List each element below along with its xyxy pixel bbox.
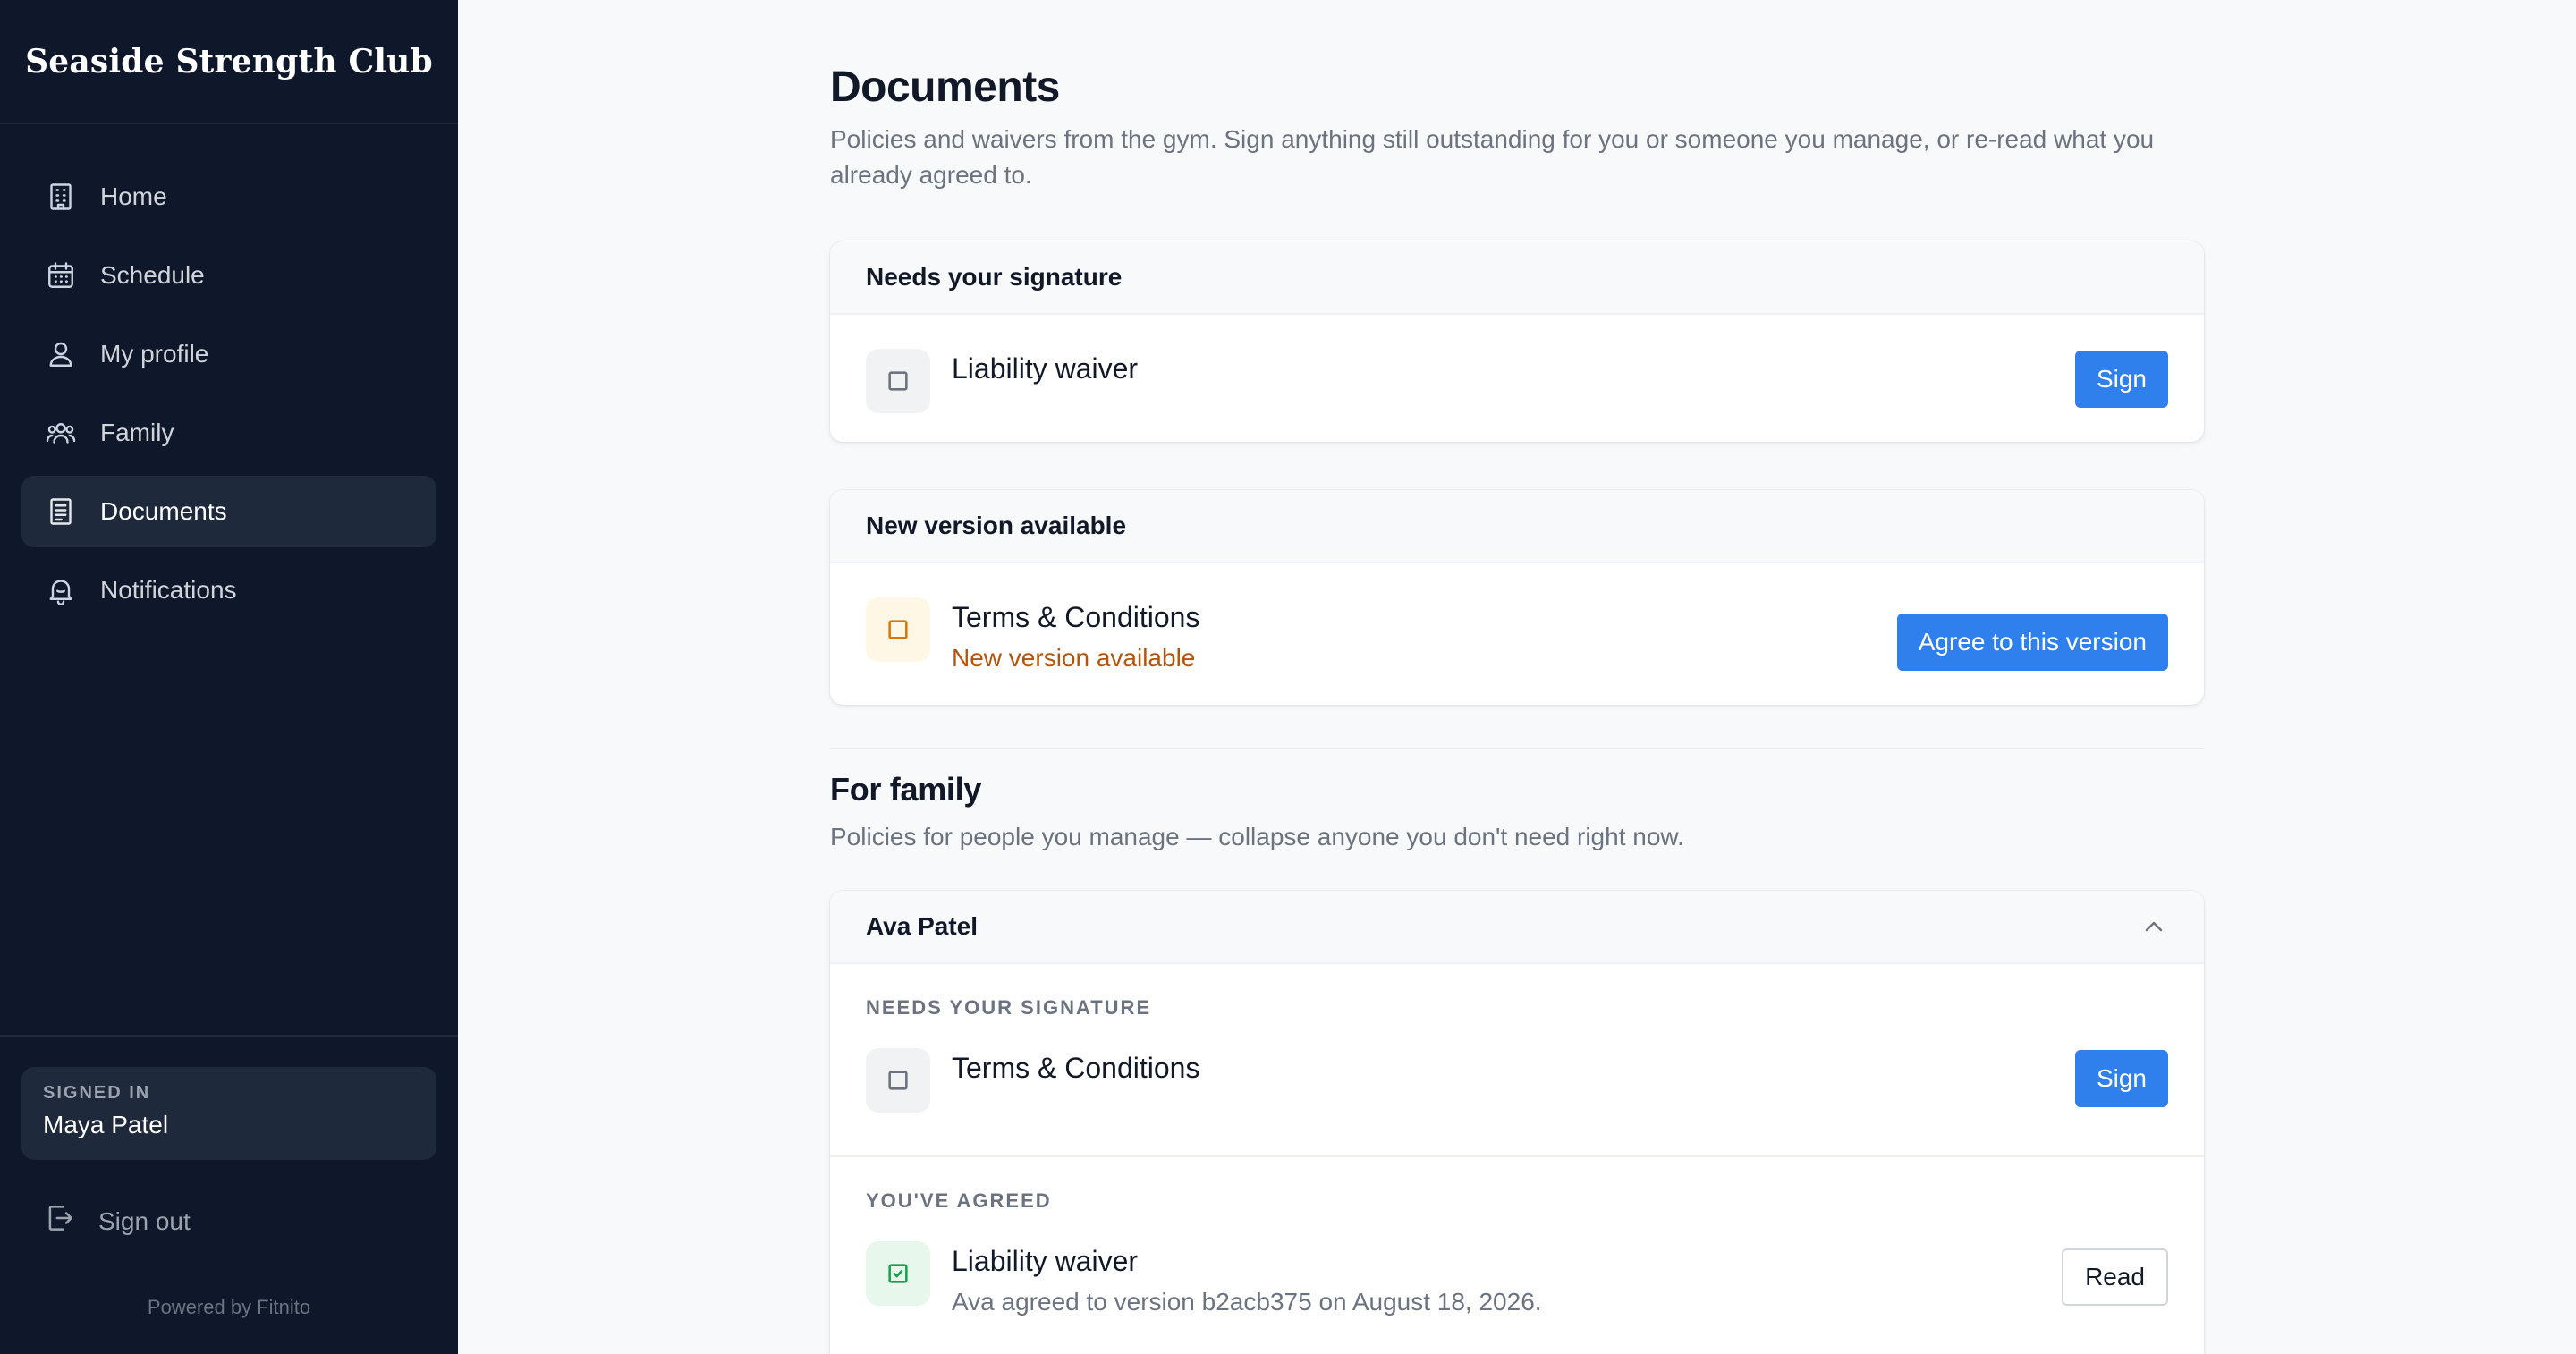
unchecked-box-icon	[866, 349, 930, 413]
sign-out-label: Sign out	[98, 1206, 191, 1235]
brand-name[interactable]: Seaside Strength Club	[0, 0, 458, 124]
sidebar-item-label: Documents	[100, 497, 227, 525]
family-member-name: Ava Patel	[866, 912, 979, 940]
document-agreement-detail: Ava agreed to version b2acb375 on August…	[952, 1288, 1542, 1316]
unchecked-box-icon	[866, 1048, 930, 1113]
sign-out-button[interactable]: Sign out	[43, 1201, 191, 1241]
needs-signature-heading: Needs your signature	[830, 241, 2204, 315]
new-version-card: New version available Terms & Conditions…	[830, 490, 2204, 705]
document-text: Liability waiver	[952, 349, 1138, 386]
needs-signature-group: NEEDS YOUR SIGNATURE Terms & Conditions …	[830, 964, 2204, 1157]
checked-box-icon	[866, 1241, 930, 1306]
new-version-heading: New version available	[830, 490, 2204, 563]
building-icon	[43, 179, 79, 215]
signed-in-card: SIGNED IN Maya Patel	[21, 1067, 436, 1160]
document-title: Terms & Conditions	[952, 1052, 1200, 1084]
group-heading: NEEDS YOUR SIGNATURE	[866, 996, 1152, 1019]
read-button[interactable]: Read	[2062, 1248, 2168, 1306]
sidebar: Seaside Strength Club Home Schedule My p…	[0, 0, 458, 1354]
document-title: Liability waiver	[952, 352, 1139, 385]
sidebar-item-label: Home	[100, 182, 167, 210]
document-title: Liability waiver	[952, 1245, 1139, 1277]
document-text: Terms & Conditions New version available	[952, 597, 1199, 674]
document-row: Terms & Conditions Sign	[830, 1020, 2204, 1113]
sidebar-nav: Home Schedule My profile Family Document…	[0, 124, 458, 626]
users-icon	[43, 415, 79, 451]
sidebar-item-home[interactable]: Home	[21, 161, 436, 233]
user-icon	[43, 336, 79, 372]
bell-icon	[43, 572, 79, 608]
family-member-card: Ava Patel NEEDS YOUR SIGNATURE Terms & C…	[830, 891, 2204, 1354]
family-member-header[interactable]: Ava Patel	[830, 891, 2204, 964]
sign-button[interactable]: Sign	[2074, 1050, 2168, 1107]
sidebar-item-label: Notifications	[100, 576, 237, 604]
agreed-group: YOU'VE AGREED Liability waiver Ava agree…	[830, 1157, 2204, 1318]
sidebar-item-label: Schedule	[100, 261, 205, 289]
document-row: Liability waiver Ava agreed to version b…	[830, 1213, 2204, 1318]
document-text: Liability waiver Ava agreed to version b…	[952, 1241, 1542, 1318]
agree-version-button[interactable]: Agree to this version	[1896, 614, 2168, 671]
sidebar-item-my-profile[interactable]: My profile	[21, 318, 436, 390]
sidebar-item-label: Family	[100, 419, 174, 446]
page-description: Policies and waivers from the gym. Sign …	[830, 125, 2155, 189]
sidebar-item-label: My profile	[100, 340, 209, 368]
group-heading: YOU'VE AGREED	[866, 1189, 1052, 1212]
section-divider	[830, 748, 2204, 749]
signed-in-user-name: Maya Patel	[43, 1111, 169, 1138]
signed-in-label: SIGNED IN	[43, 1083, 151, 1103]
chevron-up-icon[interactable]	[2140, 912, 2168, 941]
document-status: New version available	[952, 644, 1196, 672]
document-icon	[43, 494, 79, 529]
page-title: Documents	[830, 63, 1060, 111]
document-row: Liability waiver Sign	[830, 315, 2204, 413]
card-heading-text: New version available	[866, 512, 1127, 539]
unchecked-box-icon	[866, 597, 930, 662]
document-text: Terms & Conditions	[952, 1048, 1199, 1086]
sidebar-item-notifications[interactable]: Notifications	[21, 554, 436, 626]
calendar-icon	[43, 258, 79, 293]
sidebar-item-documents[interactable]: Documents	[21, 476, 436, 547]
needs-signature-card: Needs your signature Liability waiver Si…	[830, 241, 2204, 442]
family-section-title: For family	[830, 771, 982, 808]
powered-by: Powered by Fitnito	[147, 1296, 311, 1318]
document-title: Terms & Conditions	[952, 601, 1200, 633]
sidebar-item-schedule[interactable]: Schedule	[21, 240, 436, 311]
sign-button[interactable]: Sign	[2074, 351, 2168, 408]
sidebar-item-family[interactable]: Family	[21, 397, 436, 469]
sidebar-footer: SIGNED IN Maya Patel Sign out Powered by…	[0, 1035, 458, 1354]
sign-out-icon	[43, 1201, 98, 1241]
document-row: Terms & Conditions New version available…	[830, 563, 2204, 674]
card-heading-text: Needs your signature	[866, 263, 1123, 291]
family-section-description: Policies for people you manage — collaps…	[830, 823, 1684, 850]
